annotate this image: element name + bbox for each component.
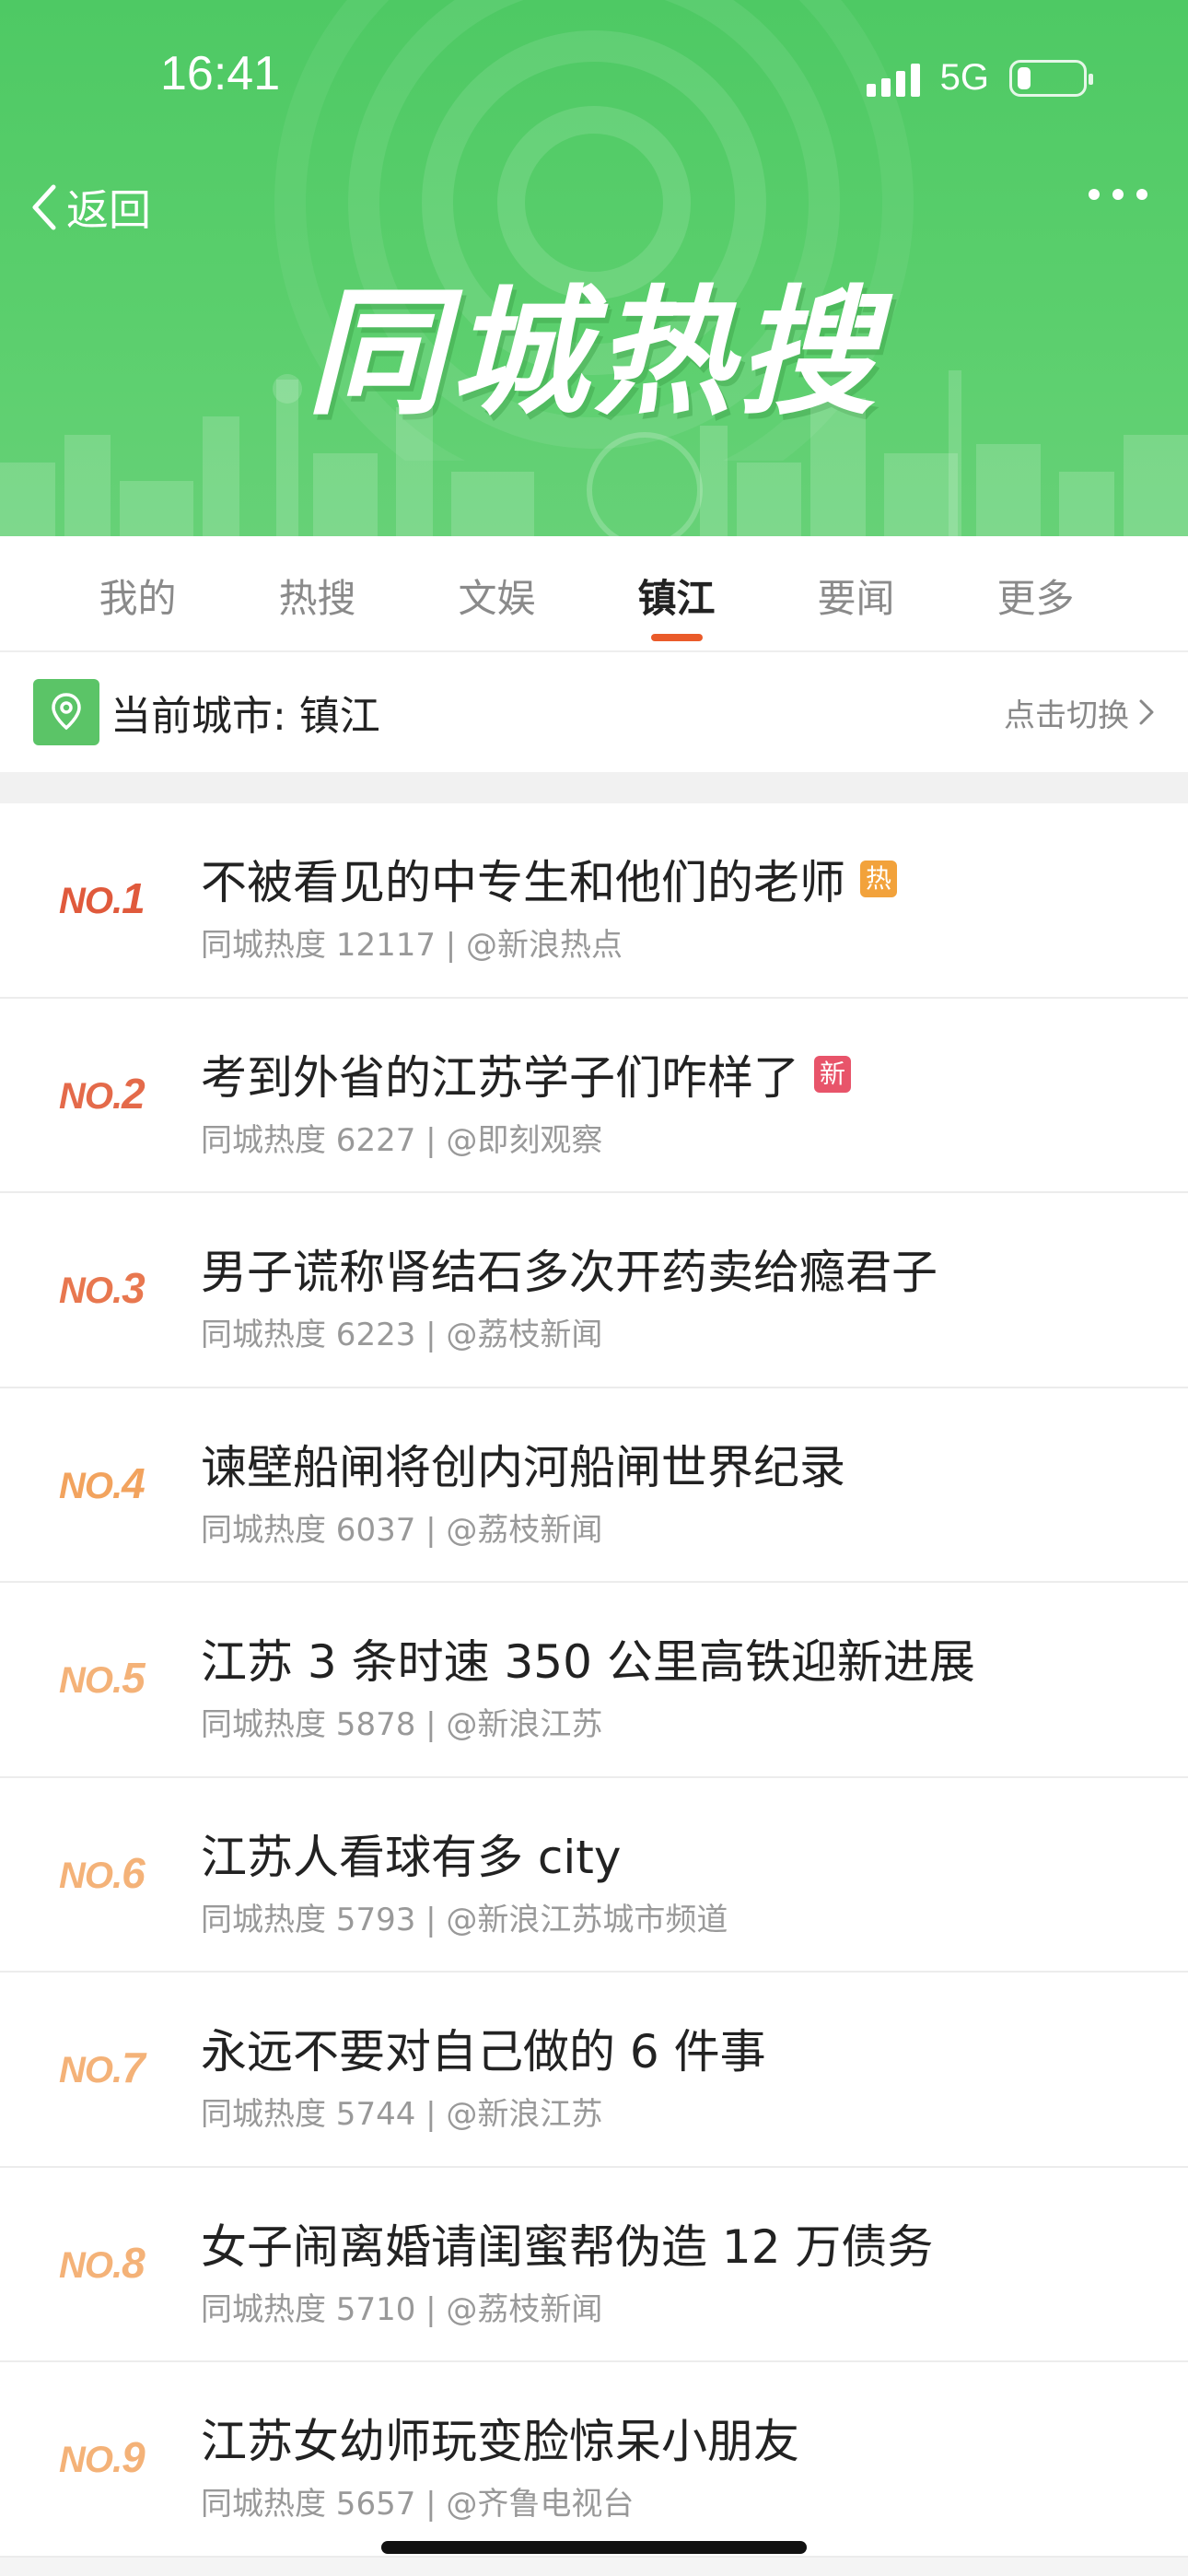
list-item[interactable]: NO.2 考到外省的江苏学子们咋样了新同城热度 6227 | @即刻观察 <box>0 999 1188 1193</box>
city-skyline-decoration <box>0 370 1188 536</box>
rank-number: NO.5 <box>59 1653 165 1703</box>
rank-prefix: NO. <box>59 2440 122 2480</box>
rank-prefix: NO. <box>59 2050 122 2090</box>
dot-icon <box>1089 189 1100 200</box>
item-meta: 同城热度 5657 | @齐鲁电视台 <box>201 2486 635 2523</box>
rank-value: 8 <box>122 2238 146 2287</box>
back-label: 返回 <box>66 185 151 235</box>
list-item[interactable]: NO.6 江苏人看球有多 city 同城热度 5793 | @新浪江苏城市频道 <box>0 1778 1188 1973</box>
item-title: 永远不要对自己做的 6 件事 <box>201 2025 766 2078</box>
rank-value: 5 <box>122 1654 146 1702</box>
dot-icon <box>1136 189 1147 200</box>
rank-value: 6 <box>122 1848 146 1897</box>
item-title-row: 永远不要对自己做的 6 件事 <box>201 2015 766 2081</box>
channel-tabs: 我的 热搜 文娱 镇江 要闻 更多 <box>0 536 1188 652</box>
item-meta: 同城热度 5710 | @荔枝新闻 <box>201 2290 603 2328</box>
rank-prefix: NO. <box>59 881 122 921</box>
item-title: 江苏女幼师玩变脸惊呆小朋友 <box>201 2415 799 2468</box>
tab-4[interactable]: 要闻 <box>766 536 946 650</box>
item-title-row: 考到外省的江苏学子们咋样了新 <box>201 1041 852 1107</box>
item-badge: 热 <box>860 861 898 897</box>
status-time: 16:41 <box>160 47 281 100</box>
rank-value: 7 <box>122 2043 146 2091</box>
rank-prefix: NO. <box>59 1465 122 1506</box>
rank-value: 2 <box>122 1069 146 1118</box>
list-item[interactable]: NO.3 男子谎称肾结石多次开药卖给瘾君子同城热度 6223 | @荔枝新闻 <box>0 1193 1188 1388</box>
item-title-row: 不被看见的中专生和他们的老师热 <box>201 846 898 912</box>
switch-city-label: 点击切换 <box>1004 697 1129 734</box>
location-pin-icon <box>33 679 99 745</box>
tab-3[interactable]: 镇江 <box>587 536 766 650</box>
item-meta: 同城热度 5793 | @新浪江苏城市频道 <box>201 1901 728 1938</box>
item-title: 江苏人看球有多 city <box>201 1830 622 1884</box>
item-title: 江苏 3 条时速 350 公里高铁迎新进展 <box>201 1635 975 1689</box>
dot-icon <box>1112 189 1124 200</box>
item-title: 考到外省的江苏学子们咋样了 <box>201 1050 799 1105</box>
item-badge: 新 <box>814 1055 852 1093</box>
rank-value: 3 <box>122 1264 146 1312</box>
item-title: 不被看见的中专生和他们的老师 <box>201 856 845 909</box>
list-item[interactable]: NO.7 永远不要对自己做的 6 件事同城热度 5744 | @新浪江苏 <box>0 1973 1188 2168</box>
header-banner: 16:41 5G 返回 同城热搜 <box>0 0 1188 536</box>
rank-number: NO.2 <box>59 1069 165 1118</box>
tab-5[interactable]: 更多 <box>946 536 1125 650</box>
rank-prefix: NO. <box>59 1660 122 1701</box>
item-title-row: 女子闹离婚请闺蜜帮伪造 12 万债务 <box>201 2210 933 2277</box>
item-meta: 同城热度 6227 | @即刻观察 <box>201 1121 603 1159</box>
item-title-row: 江苏人看球有多 city <box>201 1821 621 1887</box>
battery-icon <box>1009 59 1093 97</box>
item-meta: 同城热度 6223 | @荔枝新闻 <box>201 1317 603 1353</box>
tab-2[interactable]: 文娱 <box>407 536 587 650</box>
tab-0[interactable]: 我的 <box>48 536 227 650</box>
more-options-button[interactable] <box>1089 189 1147 200</box>
item-meta: 同城热度 12117 | @新浪热点 <box>201 927 623 964</box>
rank-number: NO.1 <box>59 873 165 923</box>
home-indicator[interactable] <box>381 2541 807 2554</box>
item-title-row: 江苏 3 条时速 350 公里高铁迎新进展 <box>201 1625 975 1692</box>
item-title: 女子闹离婚请闺蜜帮伪造 12 万债务 <box>201 2219 934 2274</box>
rank-prefix: NO. <box>59 1270 122 1311</box>
list-item[interactable]: NO.5 江苏 3 条时速 350 公里高铁迎新进展同城热度 5878 | @新浪… <box>0 1583 1188 1778</box>
rank-prefix: NO. <box>59 2244 122 2286</box>
section-divider <box>0 772 1188 803</box>
back-button[interactable]: 返回 <box>29 177 151 238</box>
list-item[interactable]: NO.8 女子闹离婚请闺蜜帮伪造 12 万债务同城热度 5710 | @荔枝新闻 <box>0 2168 1188 2362</box>
item-meta: 同城热度 5744 | @新浪江苏 <box>201 2096 603 2133</box>
rank-number: NO.7 <box>59 2043 165 2092</box>
list-item[interactable]: NO.9 江苏女幼师玩变脸惊呆小朋友同城热度 5657 | @齐鲁电视台 <box>0 2362 1188 2558</box>
tab-1[interactable]: 热搜 <box>227 536 407 650</box>
item-title-row: 男子谎称肾结石多次开药卖给瘾君子 <box>201 1235 938 1302</box>
list-item[interactable]: NO.1 不被看见的中专生和他们的老师热同城热度 12117 | @新浪热点 <box>0 803 1188 999</box>
item-meta: 同城热度 6037 | @荔枝新闻 <box>201 1511 603 1549</box>
rank-prefix: NO. <box>59 1855 122 1896</box>
current-city-label: 当前城市: 镇江 <box>111 693 380 740</box>
list-item[interactable]: NO.4 谏壁船闸将创内河船闸世界纪录同城热度 6037 | @荔枝新闻 <box>0 1388 1188 1583</box>
rank-value: 1 <box>122 874 146 922</box>
rank-number: NO.9 <box>59 2432 165 2482</box>
rank-value: 4 <box>122 1458 146 1507</box>
battery-level <box>1018 66 1031 89</box>
rank-number: NO.4 <box>59 1458 165 1508</box>
status-icons: 5G <box>866 57 1093 99</box>
switch-city-button[interactable]: 点击切换 <box>1004 690 1155 735</box>
rank-prefix: NO. <box>59 1075 122 1117</box>
item-title: 男子谎称肾结石多次开药卖给瘾君子 <box>201 1246 938 1299</box>
item-title-row: 江苏女幼师玩变脸惊呆小朋友 <box>201 2405 799 2471</box>
chevron-left-icon <box>32 184 56 230</box>
chevron-right-icon <box>1139 699 1154 725</box>
hot-search-list: NO.1 不被看见的中专生和他们的老师热同城热度 12117 | @新浪热点 NO.… <box>0 803 1188 2558</box>
rank-number: NO.3 <box>59 1263 165 1313</box>
rank-number: NO.6 <box>59 1848 165 1898</box>
signal-icon <box>866 60 920 97</box>
network-type: 5G <box>939 57 989 98</box>
item-meta: 同城热度 5878 | @新浪江苏 <box>201 1706 603 1743</box>
current-city-row: 当前城市: 镇江 点击切换 <box>0 652 1188 772</box>
rank-number: NO.8 <box>59 2238 165 2288</box>
item-title-row: 谏壁船闸将创内河船闸世界纪录 <box>201 1431 845 1497</box>
item-title: 谏壁船闸将创内河船闸世界纪录 <box>201 1440 845 1494</box>
rank-value: 9 <box>122 2433 146 2481</box>
